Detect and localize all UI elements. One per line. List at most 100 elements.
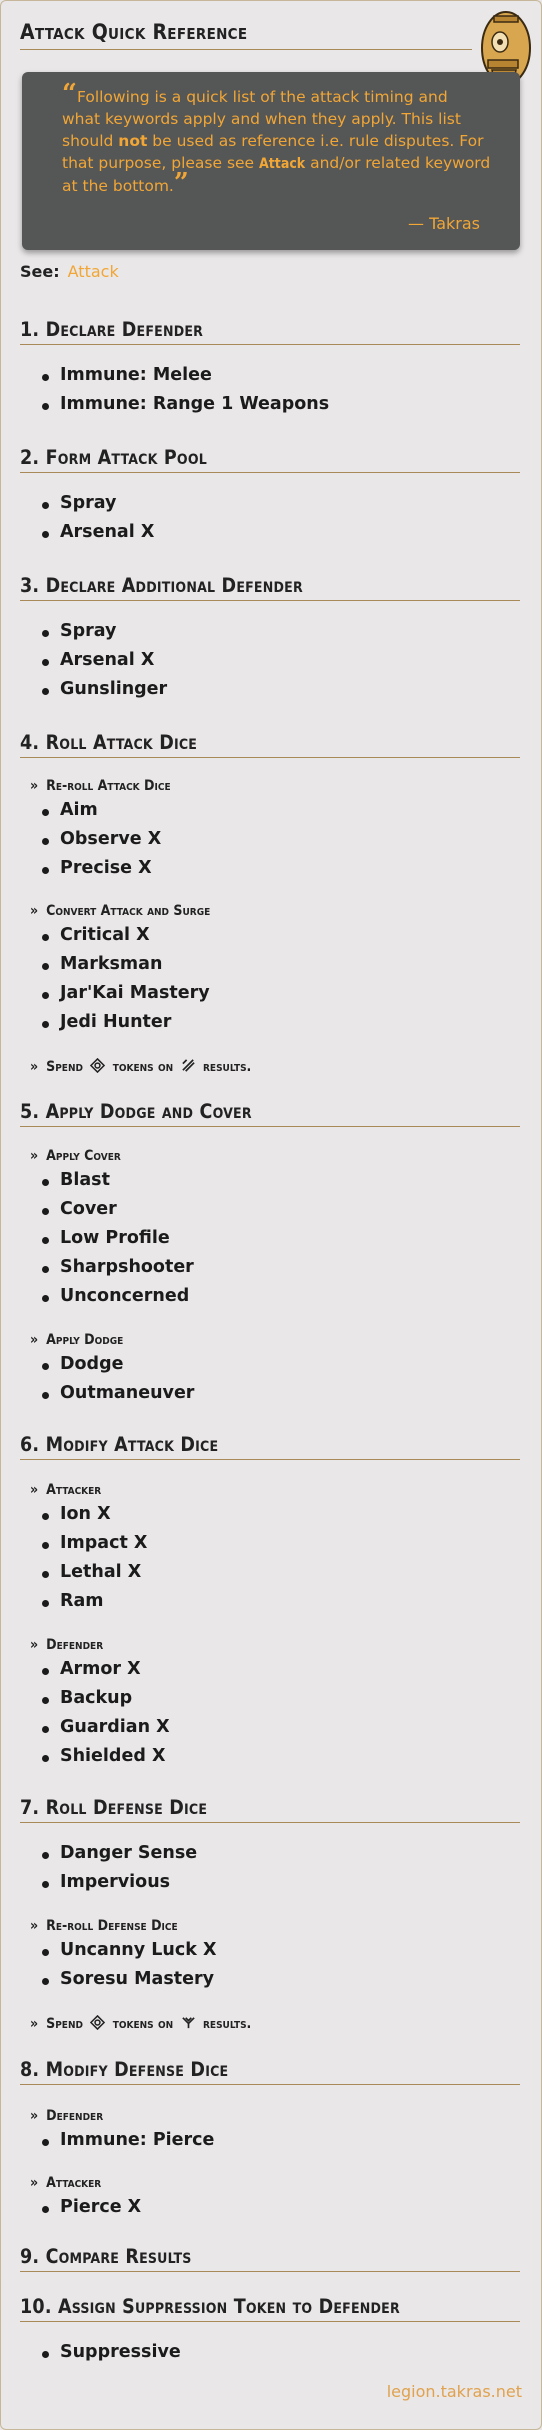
double-chevron-right-icon: » <box>30 1918 39 1934</box>
section-declare-defender: 1. Declare Defender <box>20 318 520 345</box>
list-item[interactable]: Immune: Range 1 Weapons <box>41 394 329 414</box>
quote-keyword-attack[interactable]: Attack <box>259 156 305 172</box>
page-title: Attack Quick Reference <box>20 20 248 44</box>
close-quote-icon: ” <box>173 168 189 198</box>
list-item[interactable]: Jar'Kai Mastery <box>42 983 210 1003</box>
subheading-text: Attacker <box>46 2175 102 2191</box>
subheading-text: tokens on <box>112 2016 174 2032</box>
section-roll-defense-dice: 7. Roll Defense Dice <box>20 1796 520 1823</box>
subheading-text: Apply Dodge <box>46 1332 124 1348</box>
list-item[interactable]: Shielded X <box>41 1746 165 1766</box>
list-item[interactable]: Danger Sense <box>41 1843 197 1863</box>
intro-quote: “Following is a quick list of the attack… <box>22 72 520 250</box>
subheading-text: Attacker <box>46 1482 102 1498</box>
see-attack-link[interactable]: Attack <box>68 262 119 281</box>
list-item[interactable]: Observe X <box>41 829 161 849</box>
section-heading: 1. Declare Defender <box>20 318 520 345</box>
quote-emphasis: not <box>118 132 148 150</box>
double-chevron-right-icon: » <box>30 2016 39 2032</box>
subheading-text: Re-roll Defense Dice <box>46 1918 178 1934</box>
block-symbol-icon <box>181 2017 195 2029</box>
subheading-text: Defender <box>46 2108 104 2124</box>
list-item[interactable]: Outmaneuver <box>41 1383 194 1403</box>
subheading-text: Convert Attack and Surge <box>46 903 211 919</box>
list-item[interactable]: Sharpshooter <box>42 1257 194 1277</box>
section-heading: 10. Assign Suppression Token to Defender <box>20 2295 520 2322</box>
subheading-apply-dodge: » Apply Dodge <box>30 1332 123 1348</box>
list-item[interactable]: Gunslinger <box>41 679 167 699</box>
section-assign-suppression: 10. Assign Suppression Token to Defender <box>20 2295 520 2322</box>
subheading-attacker: » Attacker <box>30 1482 101 1498</box>
list-item[interactable]: Suppressive <box>42 2342 181 2362</box>
list-item[interactable]: Soresu Mastery <box>41 1969 214 1989</box>
subheading-text: tokens on <box>112 1059 174 1075</box>
title-divider <box>20 49 472 50</box>
open-quote-icon: “ <box>62 79 77 109</box>
subheading-text: Defender <box>46 1637 104 1653</box>
double-chevron-right-icon: » <box>30 1059 39 1075</box>
token-icon <box>90 2015 106 2030</box>
subheading-text: Spend <box>46 2016 83 2032</box>
section-modify-defense-dice: 8. Modify Defense Dice <box>20 2058 520 2085</box>
list-item[interactable]: Lethal X <box>41 1562 141 1582</box>
list-item[interactable]: Jedi Hunter <box>41 1012 171 1032</box>
double-chevron-right-icon: » <box>30 1148 39 1164</box>
subheading-reroll-attack: » Re-roll Attack Dice <box>30 778 171 794</box>
subheading-defender: » Defender <box>30 2108 103 2124</box>
section-modify-attack-dice: 6. Modify Attack Dice <box>20 1433 520 1460</box>
quote-line-2: what keywords apply and when they apply.… <box>62 110 461 128</box>
list-item[interactable]: Arsenal X <box>41 650 154 670</box>
quote-line-5: at the bottom. <box>62 177 174 195</box>
subheading-attacker: » Attacker <box>30 2175 101 2191</box>
list-item[interactable]: Pierce X <box>41 2197 141 2217</box>
section-heading: 5. Apply Dodge and Cover <box>20 1100 520 1127</box>
list-item[interactable]: Armor X <box>42 1659 141 1679</box>
quote-line-3-end: be used as reference i.e. rule disputes.… <box>147 132 484 150</box>
list-item[interactable]: Spray <box>41 493 116 513</box>
quote-line-4: that purpose, please see <box>62 154 260 172</box>
section-heading: 7. Roll Defense Dice <box>20 1796 520 1823</box>
quote-line-3: should <box>62 132 119 150</box>
list-item[interactable]: Impact X <box>41 1533 147 1553</box>
section-heading: 3. Declare Additional Defender <box>20 574 520 601</box>
list-item[interactable]: Immune: Melee <box>42 365 212 385</box>
list-item[interactable]: Blast <box>42 1170 110 1190</box>
list-item[interactable]: Ram <box>42 1591 104 1611</box>
list-item[interactable]: Immune: Pierce <box>41 2130 214 2150</box>
list-item[interactable]: Precise X <box>42 858 152 878</box>
list-item[interactable]: Arsenal X <box>41 522 154 542</box>
token-icon <box>90 1058 106 1073</box>
quote-line-1: Following is a quick list of the attack … <box>76 88 448 106</box>
list-item[interactable]: Marksman <box>41 954 162 974</box>
double-chevron-right-icon: » <box>30 1332 39 1348</box>
subheading-spend-aim-tokens: » Spend tokens on results. <box>30 1058 251 1075</box>
quote-text: “Following is a quick list of the attack… <box>62 81 492 198</box>
list-item[interactable]: Backup <box>41 1688 132 1708</box>
subheading-convert-attack: » Convert Attack and Surge <box>30 903 210 919</box>
section-declare-additional-defender: 3. Declare Additional Defender <box>20 574 520 601</box>
list-item[interactable]: Spray <box>41 621 116 641</box>
list-item[interactable]: Low Profile <box>42 1228 170 1248</box>
subheading-defender: » Defender <box>30 1637 103 1653</box>
list-item[interactable]: Dodge <box>41 1354 123 1374</box>
list-item[interactable]: Cover <box>42 1199 117 1219</box>
list-item[interactable]: Critical X <box>42 925 150 945</box>
subheading-spend-dodge-tokens: » Spend tokens on results. <box>30 2015 251 2032</box>
see-also: See: Attack <box>20 262 119 281</box>
list-item[interactable]: Impervious <box>41 1872 170 1892</box>
list-item[interactable]: Ion X <box>42 1504 111 1524</box>
footer-site-link[interactable]: legion.takras.net <box>387 2382 522 2401</box>
quote-line-4-end: and/or related keyword <box>305 154 491 172</box>
section-compare-results: 9. Compare Results <box>20 2245 520 2272</box>
list-item[interactable]: Unconcerned <box>41 1286 189 1306</box>
see-label: See: <box>20 262 60 281</box>
subheading-text: results. <box>203 2016 252 2032</box>
section-heading: 4. Roll Attack Dice <box>20 731 520 758</box>
subheading-text: Spend <box>46 1059 83 1075</box>
list-item[interactable]: Aim <box>42 800 98 820</box>
list-item[interactable]: Uncanny Luck X <box>41 1940 216 1960</box>
double-chevron-right-icon: » <box>30 778 39 794</box>
list-item[interactable]: Guardian X <box>42 1717 170 1737</box>
section-heading: 8. Modify Defense Dice <box>20 2058 520 2085</box>
subheading-text: Apply Cover <box>46 1148 121 1164</box>
